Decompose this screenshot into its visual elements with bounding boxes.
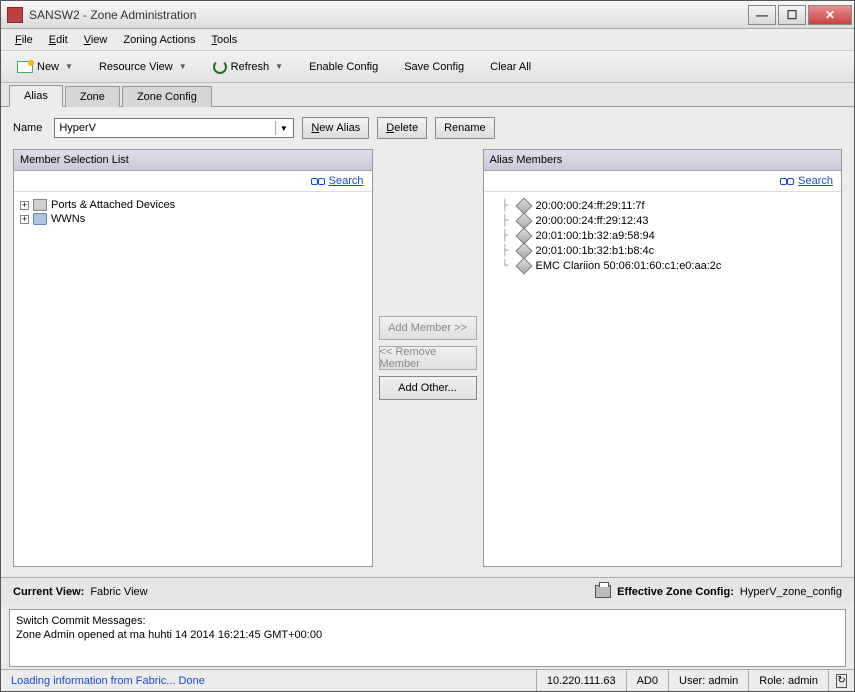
member-search-link[interactable]: Search (329, 175, 364, 187)
wwn-icon (33, 213, 47, 225)
name-row: Name HyperV ▼ New Alias Delete Rename (1, 107, 854, 149)
commit-line: Zone Admin opened at ma huhti 14 2014 16… (16, 628, 839, 642)
minimize-button[interactable]: — (748, 5, 776, 25)
status-ad: AD0 (626, 670, 668, 691)
add-member-button[interactable]: Add Member >> (379, 316, 477, 340)
transfer-buttons: Add Member >> << Remove Member Add Other… (373, 149, 483, 567)
commit-messages-box: Switch Commit Messages: Zone Admin opene… (9, 609, 846, 667)
main-area: Member Selection List Search + Ports & A… (1, 149, 854, 577)
alias-members-list[interactable]: ├20:00:00:24:ff:29:11:7f ├20:00:00:24:ff… (484, 192, 842, 566)
status-user: User: admin (668, 670, 748, 691)
app-icon (7, 7, 23, 23)
commit-header: Switch Commit Messages: (16, 614, 839, 628)
name-combo[interactable]: HyperV ▼ (54, 118, 294, 138)
expand-icon[interactable]: + (20, 215, 29, 224)
close-button[interactable]: ✕ (808, 5, 852, 25)
ports-icon (33, 199, 47, 211)
status-role: Role: admin (748, 670, 828, 691)
tree-label: Ports & Attached Devices (51, 199, 175, 211)
resource-view-button[interactable]: Resource View▼ (93, 59, 193, 75)
menu-zoning-actions[interactable]: Zoning Actions (115, 32, 203, 48)
current-view-label: Current View: (13, 586, 84, 598)
member-tree[interactable]: + Ports & Attached Devices + WWNs (14, 192, 372, 566)
caret-icon: ▼ (179, 62, 187, 71)
alias-member-item[interactable]: └EMC Clariion 50:06:01:60:c1:e0:aa:2c (490, 258, 836, 273)
status-loading: Loading information from Fabric... Done (1, 670, 536, 691)
alias-member-item[interactable]: ├20:01:00:1b:32:a9:58:94 (490, 228, 836, 243)
tree-node-wwns[interactable]: + WWNs (20, 212, 366, 226)
tree-node-ports[interactable]: + Ports & Attached Devices (20, 198, 366, 212)
expand-icon[interactable]: + (20, 201, 29, 210)
tree-label: WWNs (51, 213, 85, 225)
toolbar: New▼ Resource View▼ Refresh▼ Enable Conf… (1, 51, 854, 83)
view-bar: Current View: Fabric View Effective Zone… (1, 577, 854, 605)
new-alias-button[interactable]: New Alias (302, 117, 369, 139)
member-label: EMC Clariion 50:06:01:60:c1:e0:aa:2c (536, 260, 722, 272)
menu-file[interactable]: File (7, 32, 41, 48)
enable-config-button[interactable]: Enable Config (303, 59, 384, 75)
member-selection-panel: Member Selection List Search + Ports & A… (13, 149, 373, 567)
save-config-button[interactable]: Save Config (398, 59, 470, 75)
name-label: Name (13, 122, 42, 134)
window-buttons: — ☐ ✕ (746, 5, 852, 25)
caret-icon: ▼ (65, 62, 73, 71)
menubar: File Edit View Zoning Actions Tools (1, 29, 854, 51)
name-value: HyperV (59, 122, 96, 134)
search-icon (780, 176, 794, 186)
titlebar: SANSW2 - Zone Administration — ☐ ✕ (1, 1, 854, 29)
caret-icon: ▼ (275, 62, 283, 71)
remove-member-button[interactable]: << Remove Member (379, 346, 477, 370)
alias-search-row: Search (484, 171, 842, 192)
app-window: SANSW2 - Zone Administration — ☐ ✕ File … (0, 0, 855, 692)
refresh-button[interactable]: Refresh▼ (207, 58, 289, 76)
delete-button[interactable]: Delete (377, 117, 427, 139)
alias-member-item[interactable]: ├20:00:00:24:ff:29:11:7f (490, 198, 836, 213)
rename-button[interactable]: Rename (435, 117, 495, 139)
member-search-row: Search (14, 171, 372, 192)
clear-all-button[interactable]: Clear All (484, 59, 537, 75)
window-title: SANSW2 - Zone Administration (29, 8, 746, 22)
combo-caret-icon: ▼ (275, 121, 291, 135)
member-selection-header: Member Selection List (14, 150, 372, 171)
tab-zone-config[interactable]: Zone Config (122, 86, 212, 107)
alias-members-header: Alias Members (484, 150, 842, 171)
status-ip: 10.220.111.63 (536, 670, 626, 691)
member-label: 20:01:00:1b:32:b1:b8:4c (536, 245, 655, 257)
status-bar: Loading information from Fabric... Done … (1, 669, 854, 691)
alias-member-item[interactable]: ├20:01:00:1b:32:b1:b8:4c (490, 243, 836, 258)
alias-search-link[interactable]: Search (798, 175, 833, 187)
maximize-button[interactable]: ☐ (778, 5, 806, 25)
new-button[interactable]: New▼ (11, 59, 79, 75)
status-refresh-button[interactable]: ↻ (828, 670, 854, 691)
tab-zone[interactable]: Zone (65, 86, 120, 107)
member-label: 20:00:00:24:ff:29:12:43 (536, 215, 649, 227)
alias-members-panel: Alias Members Search ├20:00:00:24:ff:29:… (483, 149, 843, 567)
new-icon (17, 61, 33, 73)
device-icon (515, 257, 532, 274)
member-label: 20:00:00:24:ff:29:11:7f (536, 200, 645, 212)
menu-tools[interactable]: Tools (204, 32, 246, 48)
menu-view[interactable]: View (76, 32, 116, 48)
effective-config-value: HyperV_zone_config (740, 586, 842, 598)
refresh-small-icon: ↻ (836, 674, 846, 688)
add-other-button[interactable]: Add Other... (379, 376, 477, 400)
refresh-icon (213, 60, 227, 74)
search-icon (311, 176, 325, 186)
effective-config-label: Effective Zone Config: (617, 586, 734, 598)
alias-member-item[interactable]: ├20:00:00:24:ff:29:12:43 (490, 213, 836, 228)
menu-edit[interactable]: Edit (41, 32, 76, 48)
current-view-value: Fabric View (90, 586, 147, 598)
member-label: 20:01:00:1b:32:a9:58:94 (536, 230, 655, 242)
tab-row: Alias Zone Zone Config (1, 83, 854, 107)
tab-alias[interactable]: Alias (9, 85, 63, 107)
printer-icon[interactable] (595, 585, 611, 598)
